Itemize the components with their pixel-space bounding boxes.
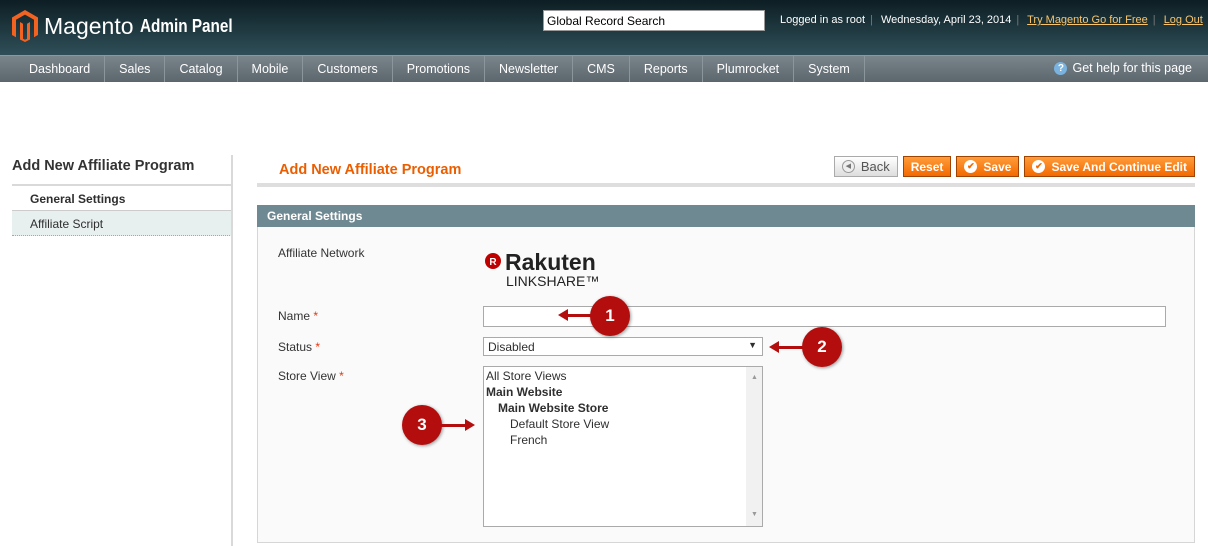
nav-promotions[interactable]: Promotions — [393, 56, 486, 82]
annotation-arrow — [778, 346, 804, 349]
save-continue-label: Save And Continue Edit — [1051, 159, 1187, 174]
help-text: Get help for this page — [1072, 61, 1192, 75]
sidebar-title: Add New Affiliate Program — [12, 155, 232, 186]
annotation-2: 2 — [802, 327, 842, 367]
nav-system[interactable]: System — [794, 56, 865, 82]
status-label-text: Status — [278, 340, 313, 354]
status-label: Status * — [278, 340, 320, 354]
nav-cms[interactable]: CMS — [573, 56, 630, 82]
save-continue-button[interactable]: ✔ Save And Continue Edit — [1024, 156, 1195, 177]
store-option-group: Main Website — [486, 385, 563, 399]
arrow-head-icon — [558, 309, 568, 321]
main-nav: Dashboard Sales Catalog Mobile Customers… — [0, 55, 1208, 82]
date-text: Wednesday, April 23, 2014 — [880, 14, 1012, 26]
scrollbar[interactable]: ▲ ▼ — [746, 367, 762, 526]
header-info: Logged in as root | Wednesday, April 23, … — [780, 14, 1203, 26]
annotation-1: 1 — [590, 296, 630, 336]
store-option-group: Main Website Store — [498, 401, 609, 415]
svg-text:R: R — [489, 257, 497, 268]
store-view-label: Store View * — [278, 369, 344, 383]
tab-general-settings[interactable]: General Settings — [12, 186, 232, 211]
store-option[interactable]: All Store Views — [486, 368, 760, 384]
rakuten-linkshare-logo: R Rakuten LINKSHARE™ — [485, 249, 599, 289]
required-marker: * — [315, 340, 321, 354]
required-marker: * — [339, 369, 344, 383]
name-label: Name * — [278, 309, 318, 323]
toolbar: ◀ Back Reset ✔ Save ✔ Save And Continue Edi… — [833, 156, 1195, 177]
brand-name: Magento — [44, 12, 134, 39]
store-view-multiselect[interactable]: All Store Views Main Website Main Websit… — [483, 366, 763, 527]
store-option[interactable]: French — [486, 432, 760, 448]
save-button[interactable]: ✔ Save — [956, 156, 1020, 177]
reset-label: Reset — [910, 159, 944, 174]
store-label-text: Store View — [278, 369, 336, 383]
header: Magento Admin Panel Logged in as root| W… — [0, 0, 1208, 55]
nav-dashboard[interactable]: Dashboard — [0, 56, 106, 82]
name-label-text: Name — [278, 309, 311, 323]
back-arrow-icon: ◀ — [841, 160, 855, 173]
annotation-arrow — [440, 424, 466, 427]
nav-customers[interactable]: Customers — [303, 56, 393, 82]
page-title: Add New Affiliate Program — [279, 162, 462, 178]
required-marker: * — [313, 309, 319, 323]
svg-text:Rakuten: Rakuten — [505, 249, 596, 275]
section-header: General Settings — [257, 205, 1195, 227]
back-label: Back — [860, 159, 890, 174]
global-search-input[interactable] — [543, 10, 765, 31]
title-underline — [257, 183, 1195, 187]
try-magento-go-link[interactable]: Try Magento Go for Free — [1027, 14, 1148, 26]
nav-newsletter[interactable]: Newsletter — [485, 56, 574, 82]
save-label: Save — [983, 159, 1012, 174]
back-button[interactable]: ◀ Back — [833, 156, 898, 177]
logged-in-text: Logged in as root — [780, 14, 866, 26]
annotation-3: 3 — [402, 405, 442, 445]
svg-text:LINKSHARE™: LINKSHARE™ — [506, 273, 599, 289]
help-icon: ? — [1054, 61, 1068, 75]
logout-link[interactable]: Log Out — [1164, 14, 1203, 26]
annotation-arrow — [566, 314, 592, 317]
help-link[interactable]: ? Get help for this page — [1054, 61, 1192, 75]
arrow-head-icon — [769, 341, 779, 353]
nav-catalog[interactable]: Catalog — [165, 56, 238, 82]
nav-plumrocket[interactable]: Plumrocket — [703, 56, 795, 82]
check-icon: ✔ — [1032, 160, 1046, 173]
status-select[interactable]: Disabled ▼ — [483, 337, 763, 356]
tab-affiliate-script[interactable]: Affiliate Script — [12, 211, 232, 236]
arrow-head-icon — [465, 419, 475, 431]
status-value: Disabled — [488, 340, 535, 354]
magento-logo[interactable]: Magento Admin Panel — [12, 10, 249, 42]
divider — [231, 155, 233, 546]
nav-sales[interactable]: Sales — [105, 56, 166, 82]
brand-suffix: Admin Panel — [139, 15, 233, 36]
magento-logo-icon — [12, 10, 38, 42]
check-icon: ✔ — [964, 160, 978, 173]
nav-mobile[interactable]: Mobile — [238, 56, 304, 82]
sidebar: Add New Affiliate Program General Settin… — [12, 155, 232, 236]
dropdown-arrow-icon: ▼ — [748, 340, 757, 350]
nav-reports[interactable]: Reports — [630, 56, 703, 82]
reset-button[interactable]: Reset — [902, 156, 952, 177]
affiliate-network-label: Affiliate Network — [278, 246, 365, 260]
store-option[interactable]: Default Store View — [486, 416, 760, 432]
